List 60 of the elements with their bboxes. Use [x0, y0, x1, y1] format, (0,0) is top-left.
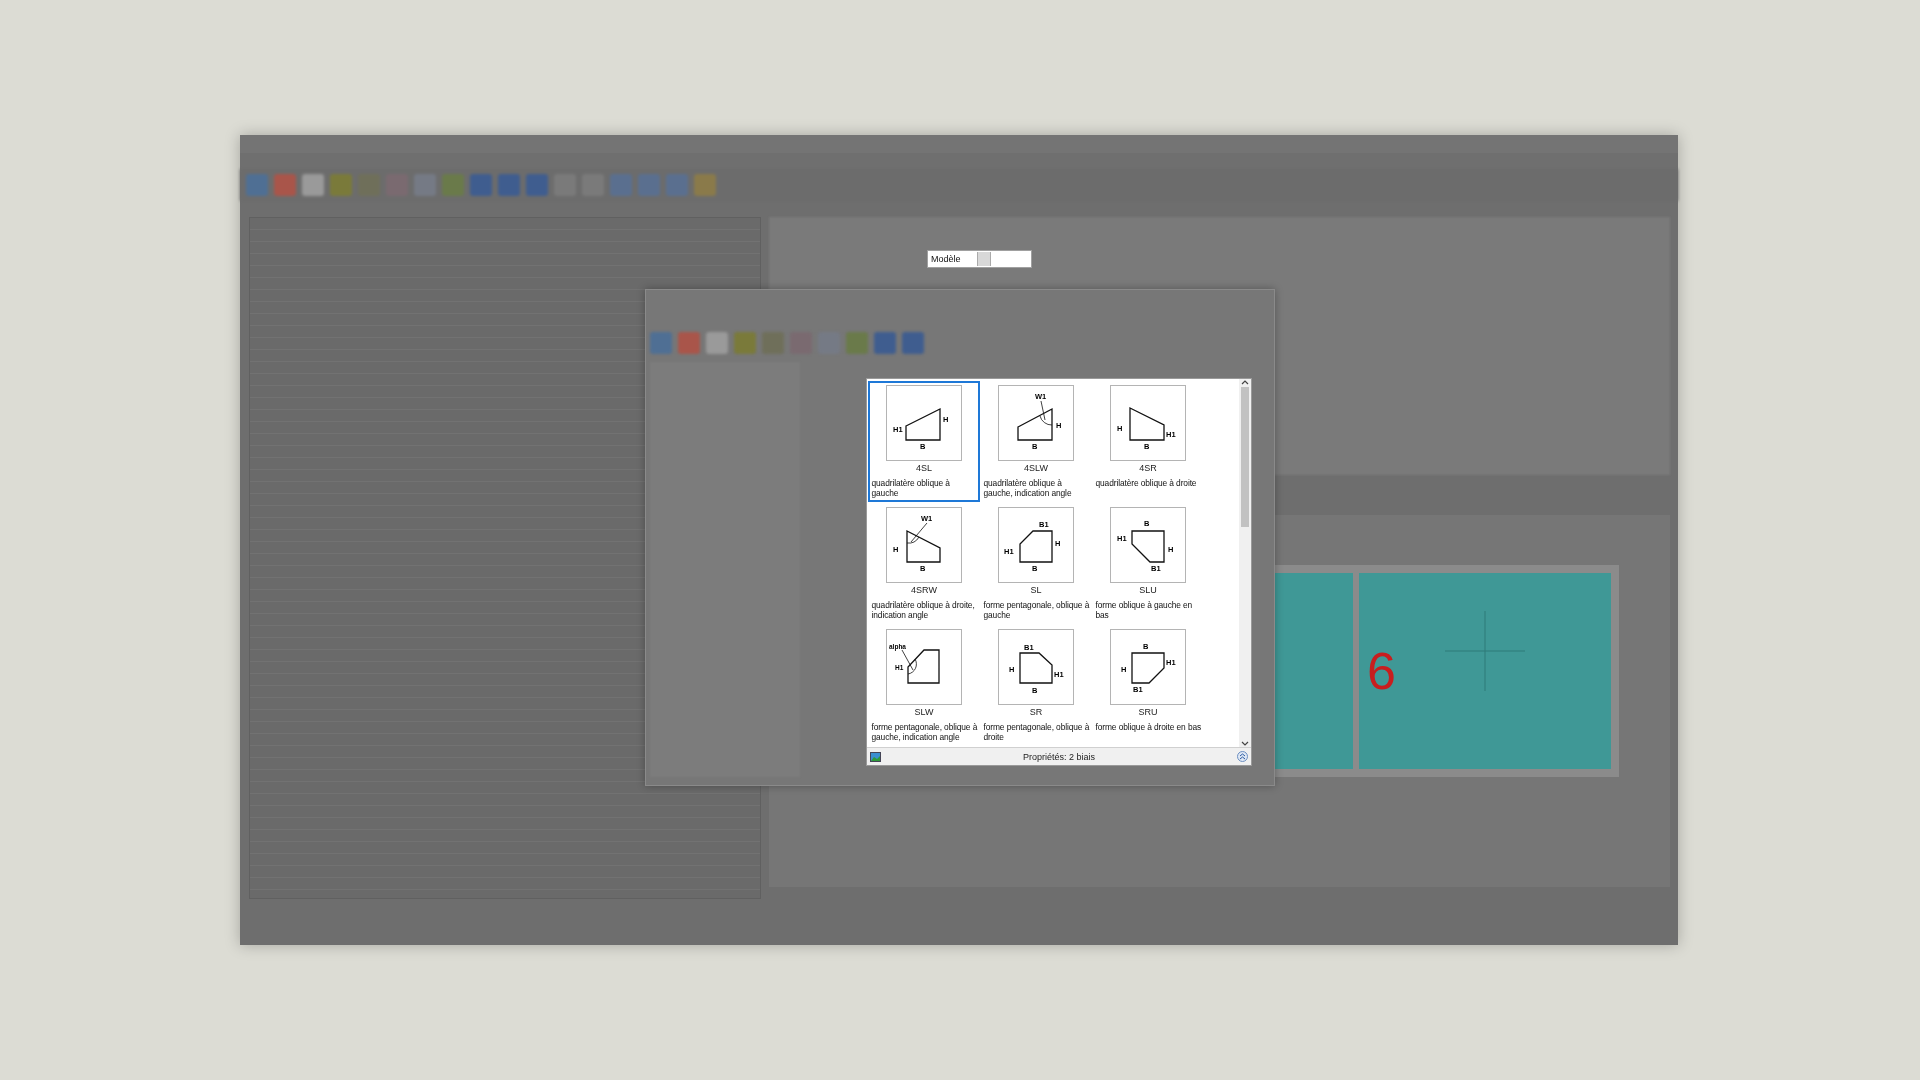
shape-code: 4SLW: [1024, 463, 1048, 473]
toolbar-icon[interactable]: [274, 174, 296, 196]
shape-description: forme pentagonale, oblique à gauche, indication angle: [870, 722, 978, 742]
shape-code: SLW: [914, 707, 934, 717]
shape-code: SR: [1029, 707, 1043, 717]
shape-description: quadrilatère oblique à gauche: [870, 478, 951, 498]
toolbar-icon[interactable]: [498, 174, 520, 196]
scroll-down-icon[interactable]: [1241, 741, 1249, 747]
shape-description: forme oblique à gauche en bas: [1094, 600, 1194, 620]
shape-description: forme pentagonale, oblique à gauche: [982, 600, 1090, 620]
toolbar-icon[interactable]: [762, 332, 784, 354]
footer-text: Propriétés: 2 biais: [1021, 751, 1096, 762]
collapse-icon[interactable]: [1237, 751, 1248, 762]
toolbar-icon[interactable]: [470, 174, 492, 196]
shape-description: forme oblique à droite en bas: [1094, 722, 1202, 732]
shape-outline: [1131, 652, 1165, 684]
shape-outline: [905, 407, 941, 441]
shape-outline: [1019, 530, 1053, 563]
angle-marker: [1039, 400, 1053, 426]
toolbar-icon[interactable]: [330, 174, 352, 196]
scroll-up-icon[interactable]: [1241, 379, 1249, 385]
toolbar-icon[interactable]: [610, 174, 632, 196]
toolbar-icon[interactable]: [442, 174, 464, 196]
shape-outline: [1129, 406, 1165, 441]
shape-code: SRU: [1138, 707, 1158, 717]
scrollbar[interactable]: [1239, 379, 1251, 747]
shape-outline: [1019, 652, 1053, 684]
shape-code: SL: [1030, 585, 1042, 595]
toolbar-icon[interactable]: [246, 174, 268, 196]
toolbar-icon[interactable]: [414, 174, 436, 196]
shape-code: SLU: [1139, 585, 1157, 595]
toolbar-icon[interactable]: [678, 332, 700, 354]
toolbar-icon[interactable]: [874, 332, 896, 354]
shape-outline: [907, 649, 940, 684]
toolbar-icon[interactable]: [902, 332, 924, 354]
position-number: 6: [1367, 641, 1396, 701]
toolbar-icon[interactable]: [706, 332, 728, 354]
shape-description: quadrilatère oblique à gauche, indication angle: [982, 478, 1073, 498]
image-icon: [870, 751, 881, 762]
model-field[interactable]: Modèle: [927, 250, 1032, 268]
shape-outline: [1017, 407, 1053, 441]
shape-code: 4SL: [916, 463, 932, 473]
shape-outline: [906, 529, 941, 563]
toolbar-icon[interactable]: [846, 332, 868, 354]
toolbar-icon[interactable]: [734, 332, 756, 354]
shape-description: quadrilatère oblique à droite, indication angle: [870, 600, 976, 620]
shape-outline: [1131, 530, 1165, 563]
shape-description: forme pentagonale, oblique à droite: [982, 722, 1090, 742]
shape-code: 4SRW: [911, 585, 937, 595]
toolbar-icon[interactable]: [302, 174, 324, 196]
angle-marker: [901, 649, 917, 675]
scrollbar-thumb[interactable]: [1241, 387, 1249, 527]
shape-description: quadrilatère oblique à droite: [1094, 478, 1198, 488]
toolbar-icon[interactable]: [694, 174, 716, 196]
angle-marker: [906, 522, 928, 544]
toolbar-icon[interactable]: [650, 332, 672, 354]
toolbar-icon[interactable]: [526, 174, 548, 196]
toolbar-icon[interactable]: [666, 174, 688, 196]
shape-code: 4SR: [1139, 463, 1157, 473]
toolbar-icon[interactable]: [638, 174, 660, 196]
